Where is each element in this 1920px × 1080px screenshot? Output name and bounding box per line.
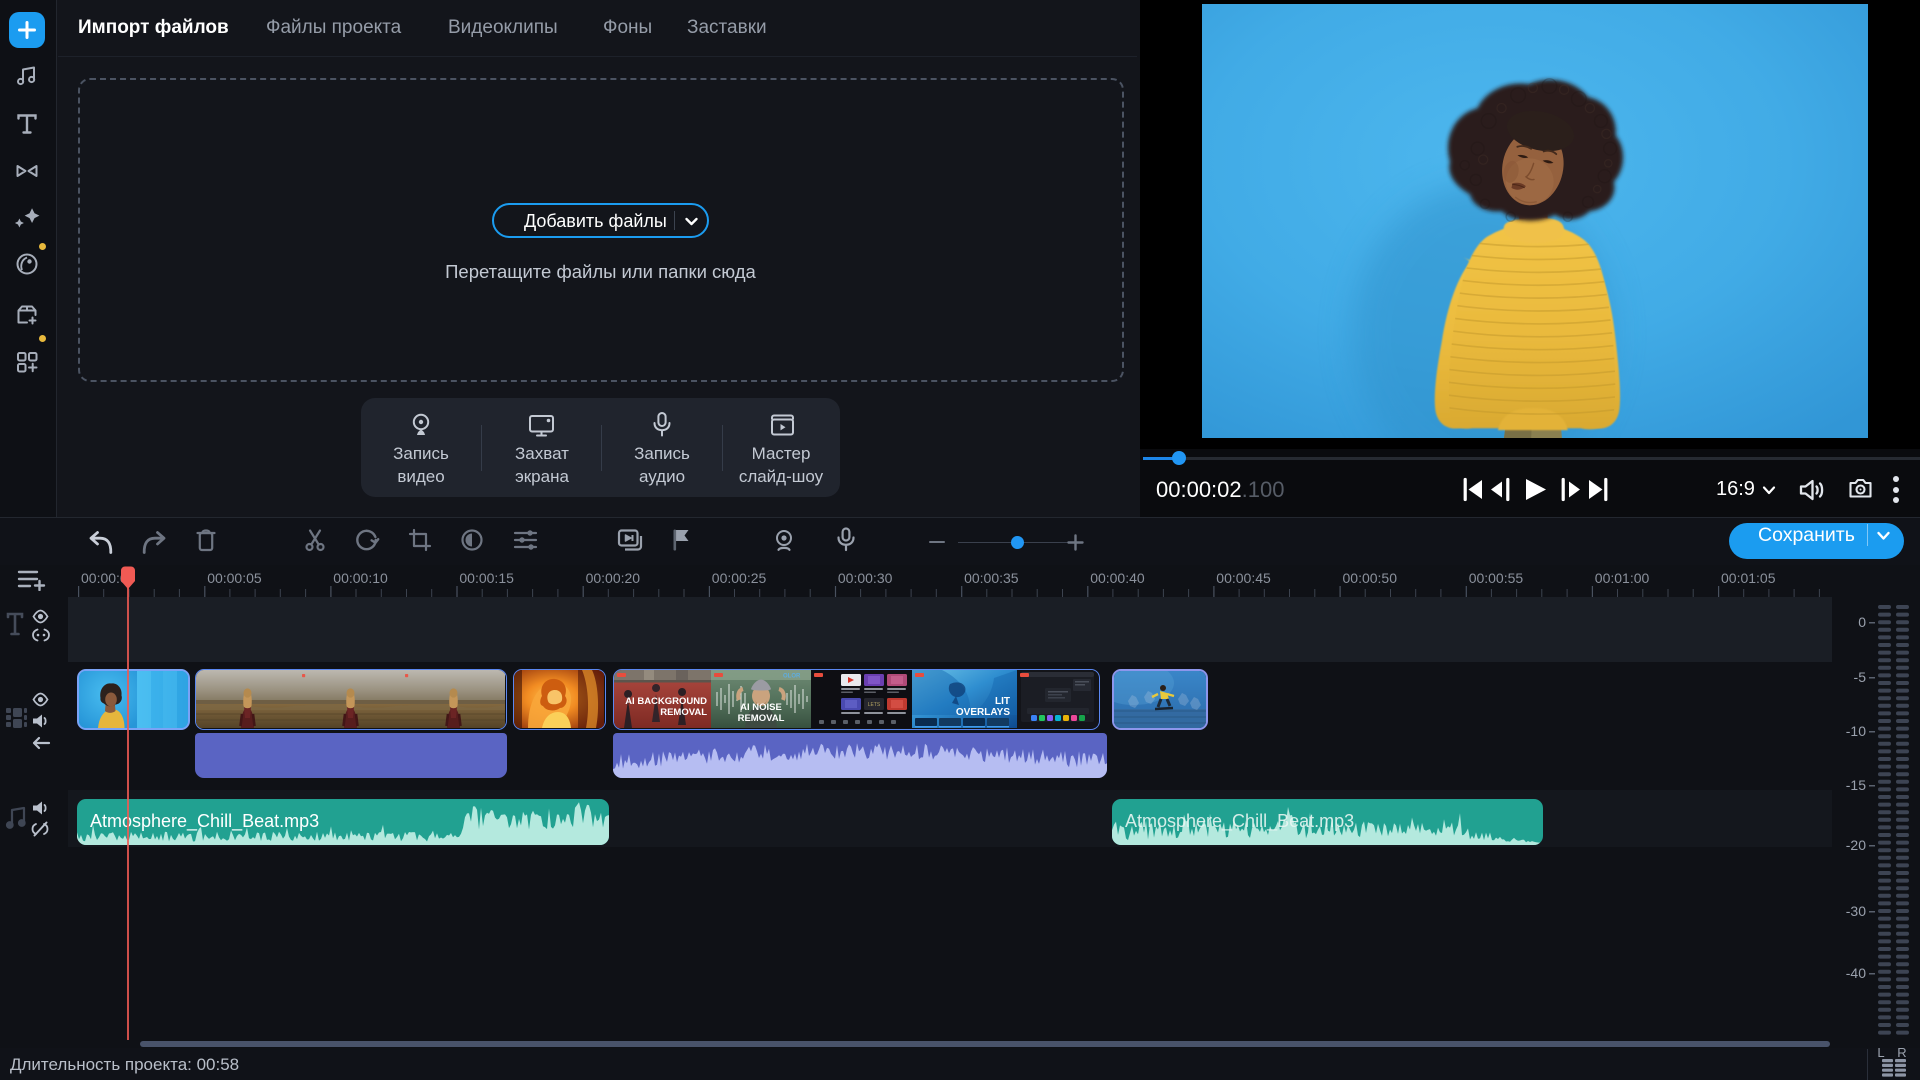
svg-text:00:00:30: 00:00:30 [838,570,893,586]
svg-text:REMOVAL: REMOVAL [660,707,707,718]
svg-text:-30: -30 [1846,903,1866,919]
svg-text:REMOVAL: REMOVAL [738,713,785,724]
svg-text:00:00:20: 00:00:20 [586,570,641,586]
svg-text:OVERLAYS: OVERLAYS [956,707,1010,718]
svg-text:-15: -15 [1846,777,1866,793]
svg-text:00:00:55: 00:00:55 [1469,570,1524,586]
svg-text:-40: -40 [1846,965,1866,981]
svg-text:00:01:00: 00:01:00 [1595,570,1650,586]
svg-text:00:00:40: 00:00:40 [1090,570,1145,586]
svg-text:LIT: LIT [995,696,1010,707]
svg-text:-5: -5 [1854,669,1867,685]
svg-text:00:00:10: 00:00:10 [333,570,388,586]
svg-text:AI BACKGROUND: AI BACKGROUND [625,696,707,707]
svg-text:00:00:05: 00:00:05 [207,570,262,586]
svg-text:0: 0 [1858,614,1866,630]
svg-text:00:00:25: 00:00:25 [712,570,767,586]
svg-text:00:00:50: 00:00:50 [1343,570,1398,586]
svg-text:LETS: LETS [868,702,881,708]
svg-text:-10: -10 [1846,723,1866,739]
svg-text:00:01:05: 00:01:05 [1721,570,1776,586]
svg-text:OLOR: OLOR [783,674,801,680]
svg-text:00:00:45: 00:00:45 [1216,570,1271,586]
svg-text:-20: -20 [1846,837,1866,853]
svg-text:00:00:35: 00:00:35 [964,570,1019,586]
svg-text:AI NOISE: AI NOISE [740,702,782,713]
svg-text:00:00:15: 00:00:15 [459,570,514,586]
